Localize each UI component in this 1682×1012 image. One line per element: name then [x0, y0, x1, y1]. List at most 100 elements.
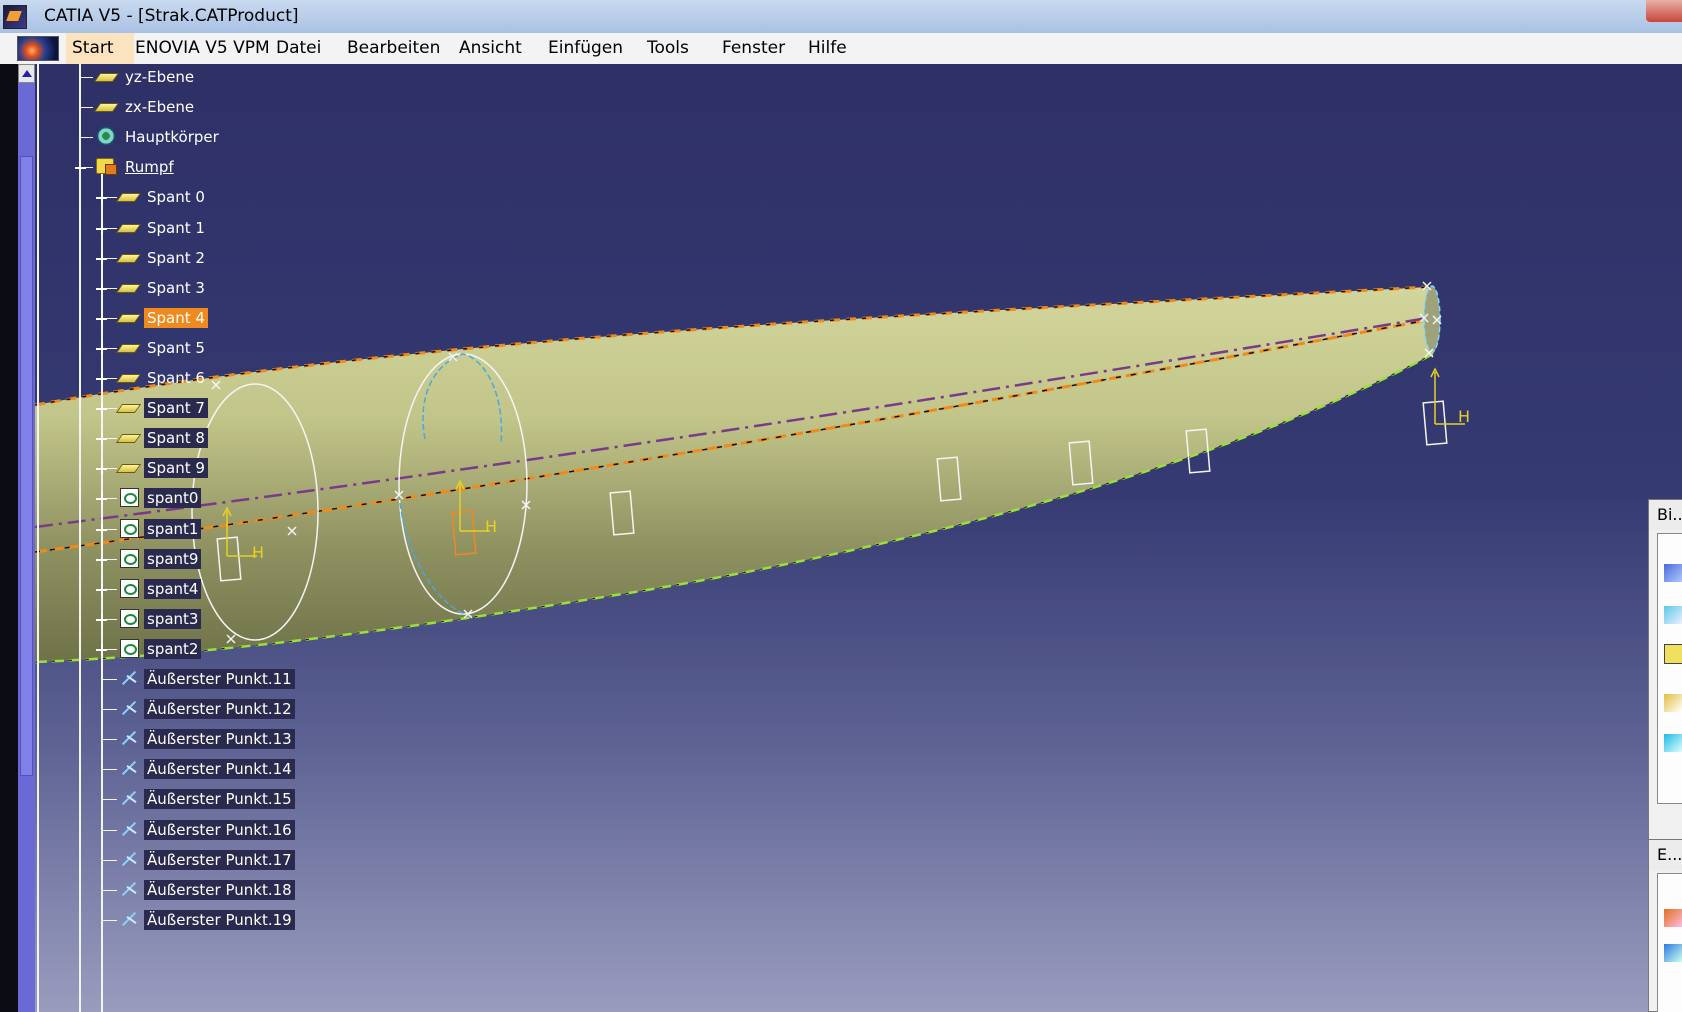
- expand-node-icon[interactable]: [96, 342, 107, 354]
- tree-connector-line: [103, 799, 117, 801]
- expand-node-icon[interactable]: [96, 493, 107, 505]
- menu-tools[interactable]: Tools: [645, 38, 691, 58]
- toolbar-panel-body: [1657, 873, 1682, 1012]
- plane-icon: [117, 307, 141, 329]
- tree-connector-line: [81, 137, 93, 139]
- tree-node-label: Äußerster Punkt.15: [144, 789, 295, 810]
- expand-node-icon[interactable]: [96, 463, 107, 475]
- tree-node-label: Spant 6: [147, 369, 205, 387]
- tree-node-label: zx-Ebene: [125, 98, 195, 117]
- tree-node-label: Spant 4: [144, 307, 208, 328]
- tree-node-label: Spant 3: [147, 278, 205, 297]
- expand-node-icon[interactable]: [96, 252, 107, 264]
- extremum-point-icon: [117, 879, 141, 901]
- toolbar-panel-bi[interactable]: Bi...: [1648, 499, 1682, 890]
- collapse-node-icon[interactable]: [75, 162, 86, 173]
- extremum-point-icon: [117, 909, 141, 931]
- toolbar-tool-icon[interactable]: [1664, 734, 1682, 752]
- tree-node-label: Spant 5: [147, 338, 205, 357]
- toolbar-tool-icon[interactable]: [1664, 606, 1682, 624]
- menu-bar: Start ENOVIA V5 VPM Datei Bearbeiten Ans…: [0, 33, 1682, 65]
- extremum-point-icon: [117, 758, 141, 780]
- tree-node-label: Spant 7: [144, 398, 208, 419]
- menu-hilfe[interactable]: Hilfe: [806, 38, 849, 58]
- toolbar-tool-icon[interactable]: [1664, 909, 1682, 927]
- tree-node-label: Spant 2: [147, 248, 205, 267]
- tree-node-label: Spant 8: [144, 428, 208, 449]
- menu-datei[interactable]: Datei: [274, 38, 323, 58]
- plane-icon: [117, 277, 141, 299]
- tree-node-label: Rumpf: [125, 158, 174, 177]
- tree-connector-line: [103, 739, 117, 741]
- expand-node-icon[interactable]: [96, 583, 107, 595]
- toolbar-tool-icon[interactable]: [1664, 694, 1682, 712]
- tree-node-label: Spant 9: [144, 458, 208, 479]
- body-icon: [95, 126, 119, 148]
- expand-node-icon[interactable]: [96, 613, 107, 625]
- plane-icon: [117, 457, 141, 479]
- tree-connector-line: [103, 829, 117, 831]
- extremum-point-icon: [117, 849, 141, 871]
- sketch-icon: [117, 608, 141, 630]
- extremum-point-icon: [117, 819, 141, 841]
- window-title: CATIA V5 - [Strak.CATProduct]: [44, 6, 299, 26]
- plane-icon: [117, 337, 141, 359]
- close-window-button[interactable]: [1646, 0, 1682, 22]
- expand-node-icon[interactable]: [96, 222, 107, 234]
- menu-ansicht[interactable]: Ansicht: [457, 38, 524, 58]
- toolbar-tool-icon[interactable]: [1664, 564, 1682, 582]
- plane-icon: [95, 96, 119, 118]
- geometrical-set-icon: [95, 156, 119, 178]
- expand-node-icon[interactable]: [96, 373, 107, 384]
- tree-node-label: spant0: [144, 488, 202, 509]
- tree-node-label: Spant 0: [147, 188, 205, 207]
- catia-app-icon[interactable]: [3, 5, 27, 29]
- expand-node-icon[interactable]: [96, 643, 107, 655]
- tree-scrollbar[interactable]: [18, 64, 35, 1012]
- toolbar-panel-e[interactable]: E...: [1648, 839, 1682, 1012]
- menu-enovia-v5-vpm[interactable]: ENOVIA V5 VPM: [133, 38, 272, 58]
- toolbar-tool-icon[interactable]: [1664, 644, 1682, 664]
- tree-node-label: Äußerster Punkt.12: [144, 699, 295, 720]
- tree-node-label: Äußerster Punkt.16: [144, 819, 295, 840]
- tree-node-label: Äußerster Punkt.18: [144, 879, 295, 900]
- tree-connector-line: [103, 859, 117, 861]
- tree-connector-line: [103, 889, 117, 891]
- plane-icon: [95, 66, 119, 88]
- expand-node-icon[interactable]: [96, 192, 107, 204]
- expand-node-icon[interactable]: [96, 312, 107, 324]
- specification-tree: yz-Ebene zx-Ebene Hauptkörper Rumpf Spant 0 S…: [35, 64, 365, 1012]
- extremum-point-icon: [117, 668, 141, 690]
- tree-connector-line: [103, 679, 117, 680]
- catia-logo-icon[interactable]: [17, 36, 59, 61]
- 3d-viewport[interactable]: H H H yz-Ebene zx-Ebene Hauptkörper Rumpf Sp…: [35, 64, 1682, 1012]
- tree-branch-line: [79, 64, 81, 1012]
- menu-fenster[interactable]: Fenster: [720, 38, 787, 58]
- scroll-up-arrow-icon[interactable]: [18, 64, 35, 83]
- menu-einfuegen[interactable]: Einfügen: [546, 38, 625, 58]
- tree-node-label: spant9: [144, 548, 202, 569]
- tree-connector-line: [103, 769, 117, 771]
- expand-node-icon[interactable]: [96, 433, 107, 445]
- tree-node-label: spant3: [144, 608, 202, 629]
- sketch-icon: [117, 548, 141, 570]
- expand-node-icon[interactable]: [96, 403, 107, 415]
- menu-start[interactable]: Start: [66, 33, 134, 64]
- toolbar-panel-title: E...: [1649, 840, 1682, 870]
- plane-icon: [117, 247, 141, 269]
- title-bar: CATIA V5 - [Strak.CATProduct]: [0, 0, 1682, 34]
- tree-node-label: spant1: [144, 518, 202, 539]
- expand-node-icon[interactable]: [96, 282, 107, 294]
- toolbar-tool-icon[interactable]: [1664, 944, 1682, 962]
- tree-connector-line: [103, 919, 117, 921]
- scrollbar-thumb[interactable]: [20, 156, 33, 776]
- extremum-point-icon: [117, 728, 141, 750]
- tree-node-label: spant2: [144, 638, 202, 659]
- expand-node-icon[interactable]: [96, 523, 107, 535]
- extremum-point-icon: [117, 698, 141, 720]
- plane-icon: [117, 217, 141, 239]
- toolbar-panel-body: [1657, 533, 1682, 804]
- expand-node-icon[interactable]: [96, 553, 107, 565]
- menu-bearbeiten[interactable]: Bearbeiten: [345, 38, 442, 58]
- tree-connector-line: [81, 107, 93, 109]
